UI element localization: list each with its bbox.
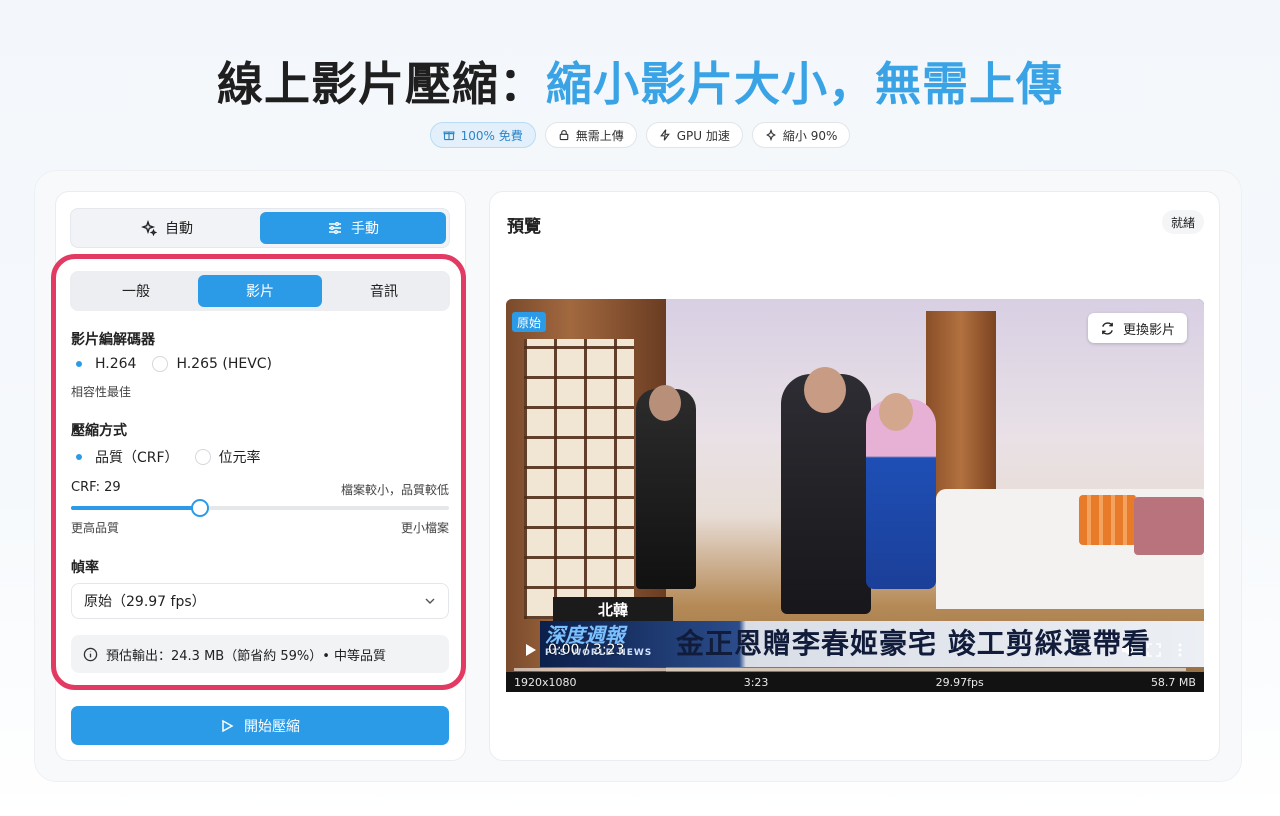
gift-icon <box>443 131 455 141</box>
sliders-icon <box>329 222 341 234</box>
radio-dot <box>71 449 87 465</box>
video-progress[interactable] <box>514 668 1186 671</box>
chevron-down-icon <box>425 598 435 604</box>
slider-left-label: 更高品質 <box>71 521 120 535</box>
codec-hint: 相容性最佳 <box>71 385 132 399</box>
page-title-main: 線上影片壓縮： <box>217 57 546 111</box>
highlight-frame <box>51 254 466 690</box>
radio-label: 位元率 <box>218 450 261 466</box>
badge-label: 無需上傳 <box>575 128 624 143</box>
video-scene-part <box>524 339 634 619</box>
video-meta: 1920x1080 3:23 29.97fps 58.7 MB <box>506 672 1204 692</box>
badge-label: 縮小 90% <box>782 128 838 143</box>
status-badge: 就緒 <box>1162 210 1205 234</box>
crf-value: CRF: 29 <box>71 480 121 495</box>
codec-title: 影片編解碼器 <box>71 332 155 348</box>
crf-slider[interactable] <box>71 499 449 517</box>
framerate-value: 原始（29.97 fps） <box>84 594 206 610</box>
volume-icon[interactable] <box>1120 642 1136 658</box>
radio-dot <box>194 449 211 465</box>
sparkle-icon <box>141 220 157 236</box>
output-estimate: 預估輸出：24.3 MB（節省約 59%）• 中等品質 <box>71 635 449 673</box>
preview-title: 預覽 <box>507 217 541 237</box>
page-title: 線上影片壓縮：縮小影片大小，無需上傳 <box>0 52 1280 116</box>
radio-dot <box>71 356 87 372</box>
video-scene-part <box>649 385 681 421</box>
radio-bitrate[interactable]: 位元率 <box>194 447 261 467</box>
fullscreen-icon[interactable] <box>1146 642 1162 658</box>
badge-label: GPU 加速 <box>676 128 730 143</box>
framerate-select[interactable]: 原始（29.97 fps） <box>71 583 449 619</box>
tab-audio[interactable]: 音訊 <box>322 275 446 307</box>
video-time: 0:00 / 3:23 <box>548 642 625 658</box>
info-icon <box>83 647 98 661</box>
radio-label: H.265 (HEVC) <box>176 356 273 372</box>
settings-tabs: 一般 影片 音訊 <box>70 271 450 311</box>
video-scene-part <box>1079 495 1137 545</box>
badge-label: 100% 免費 <box>460 128 523 143</box>
page-title-highlight: 縮小影片大小，無需上傳 <box>546 57 1063 111</box>
tab-general[interactable]: 一般 <box>74 275 198 307</box>
slider-handle[interactable] <box>190 499 209 517</box>
tab-video[interactable]: 影片 <box>198 275 322 307</box>
compression-title: 壓縮方式 <box>71 423 127 439</box>
button-label: 更換影片 <box>1123 322 1176 338</box>
meta-resolution: 1920x1080 <box>514 675 577 689</box>
original-badge: 原始 <box>512 312 547 332</box>
play-icon <box>222 719 234 732</box>
bolt-icon <box>659 129 670 141</box>
lock-icon <box>559 129 569 141</box>
radio-dot <box>152 356 169 372</box>
meta-size: 58.7 MB <box>1150 675 1196 689</box>
radio-h264[interactable]: H.264 <box>71 356 136 372</box>
radio-h265[interactable]: H.265 (HEVC) <box>152 356 272 372</box>
tab-label: 自動 <box>165 221 193 237</box>
radio-label: H.264 <box>95 356 137 372</box>
feature-badges: 100% 免費 無需上傳 GPU 加速 縮小 90% <box>0 122 1280 148</box>
compression-options: 品質（CRF） 位元率 <box>71 447 261 467</box>
radio-crf[interactable]: 品質（CRF） <box>71 447 179 467</box>
refresh-icon <box>1102 321 1113 335</box>
tab-manual[interactable]: 手動 <box>260 212 446 244</box>
badge-free: 100% 免費 <box>429 122 536 148</box>
meta-fps: 29.97fps <box>935 675 984 689</box>
play-icon[interactable] <box>522 642 538 658</box>
tab-auto[interactable]: 自動 <box>74 212 260 244</box>
radio-label: 品質（CRF） <box>95 450 179 466</box>
badge-no-upload: 無需上傳 <box>544 122 637 148</box>
framerate-title: 幀率 <box>71 560 99 576</box>
video-controls: 0:00 / 3:23 <box>506 630 1204 670</box>
video-scene-part <box>879 393 913 431</box>
meta-duration: 3:23 <box>743 675 769 689</box>
badge-gpu: GPU 加速 <box>645 122 743 148</box>
video-scene-part <box>804 367 846 413</box>
more-icon[interactable] <box>1172 642 1188 658</box>
slider-right-label: 更小檔案 <box>400 521 449 535</box>
slider-fill <box>71 506 200 510</box>
sparkle-icon <box>766 129 776 141</box>
badge-shrink: 縮小 90% <box>751 122 851 148</box>
tab-label: 手動 <box>351 221 379 237</box>
video-scene-part <box>1134 497 1204 555</box>
crf-hint: 檔案較小，品質較低 <box>340 483 449 497</box>
estimate-text: 預估輸出：24.3 MB（節省約 59%）• 中等品質 <box>106 648 387 664</box>
news-region-tag: 北韓 <box>553 597 673 621</box>
hero: 線上影片壓縮：縮小影片大小，無需上傳 <box>0 52 1280 116</box>
mode-tabs: 自動 手動 <box>70 208 450 248</box>
start-compress-button[interactable]: 開始壓縮 <box>71 706 449 745</box>
replace-video-button[interactable]: 更換影片 <box>1088 313 1188 343</box>
codec-options: H.264 H.265 (HEVC) <box>71 356 272 372</box>
button-label: 開始壓縮 <box>244 718 300 735</box>
